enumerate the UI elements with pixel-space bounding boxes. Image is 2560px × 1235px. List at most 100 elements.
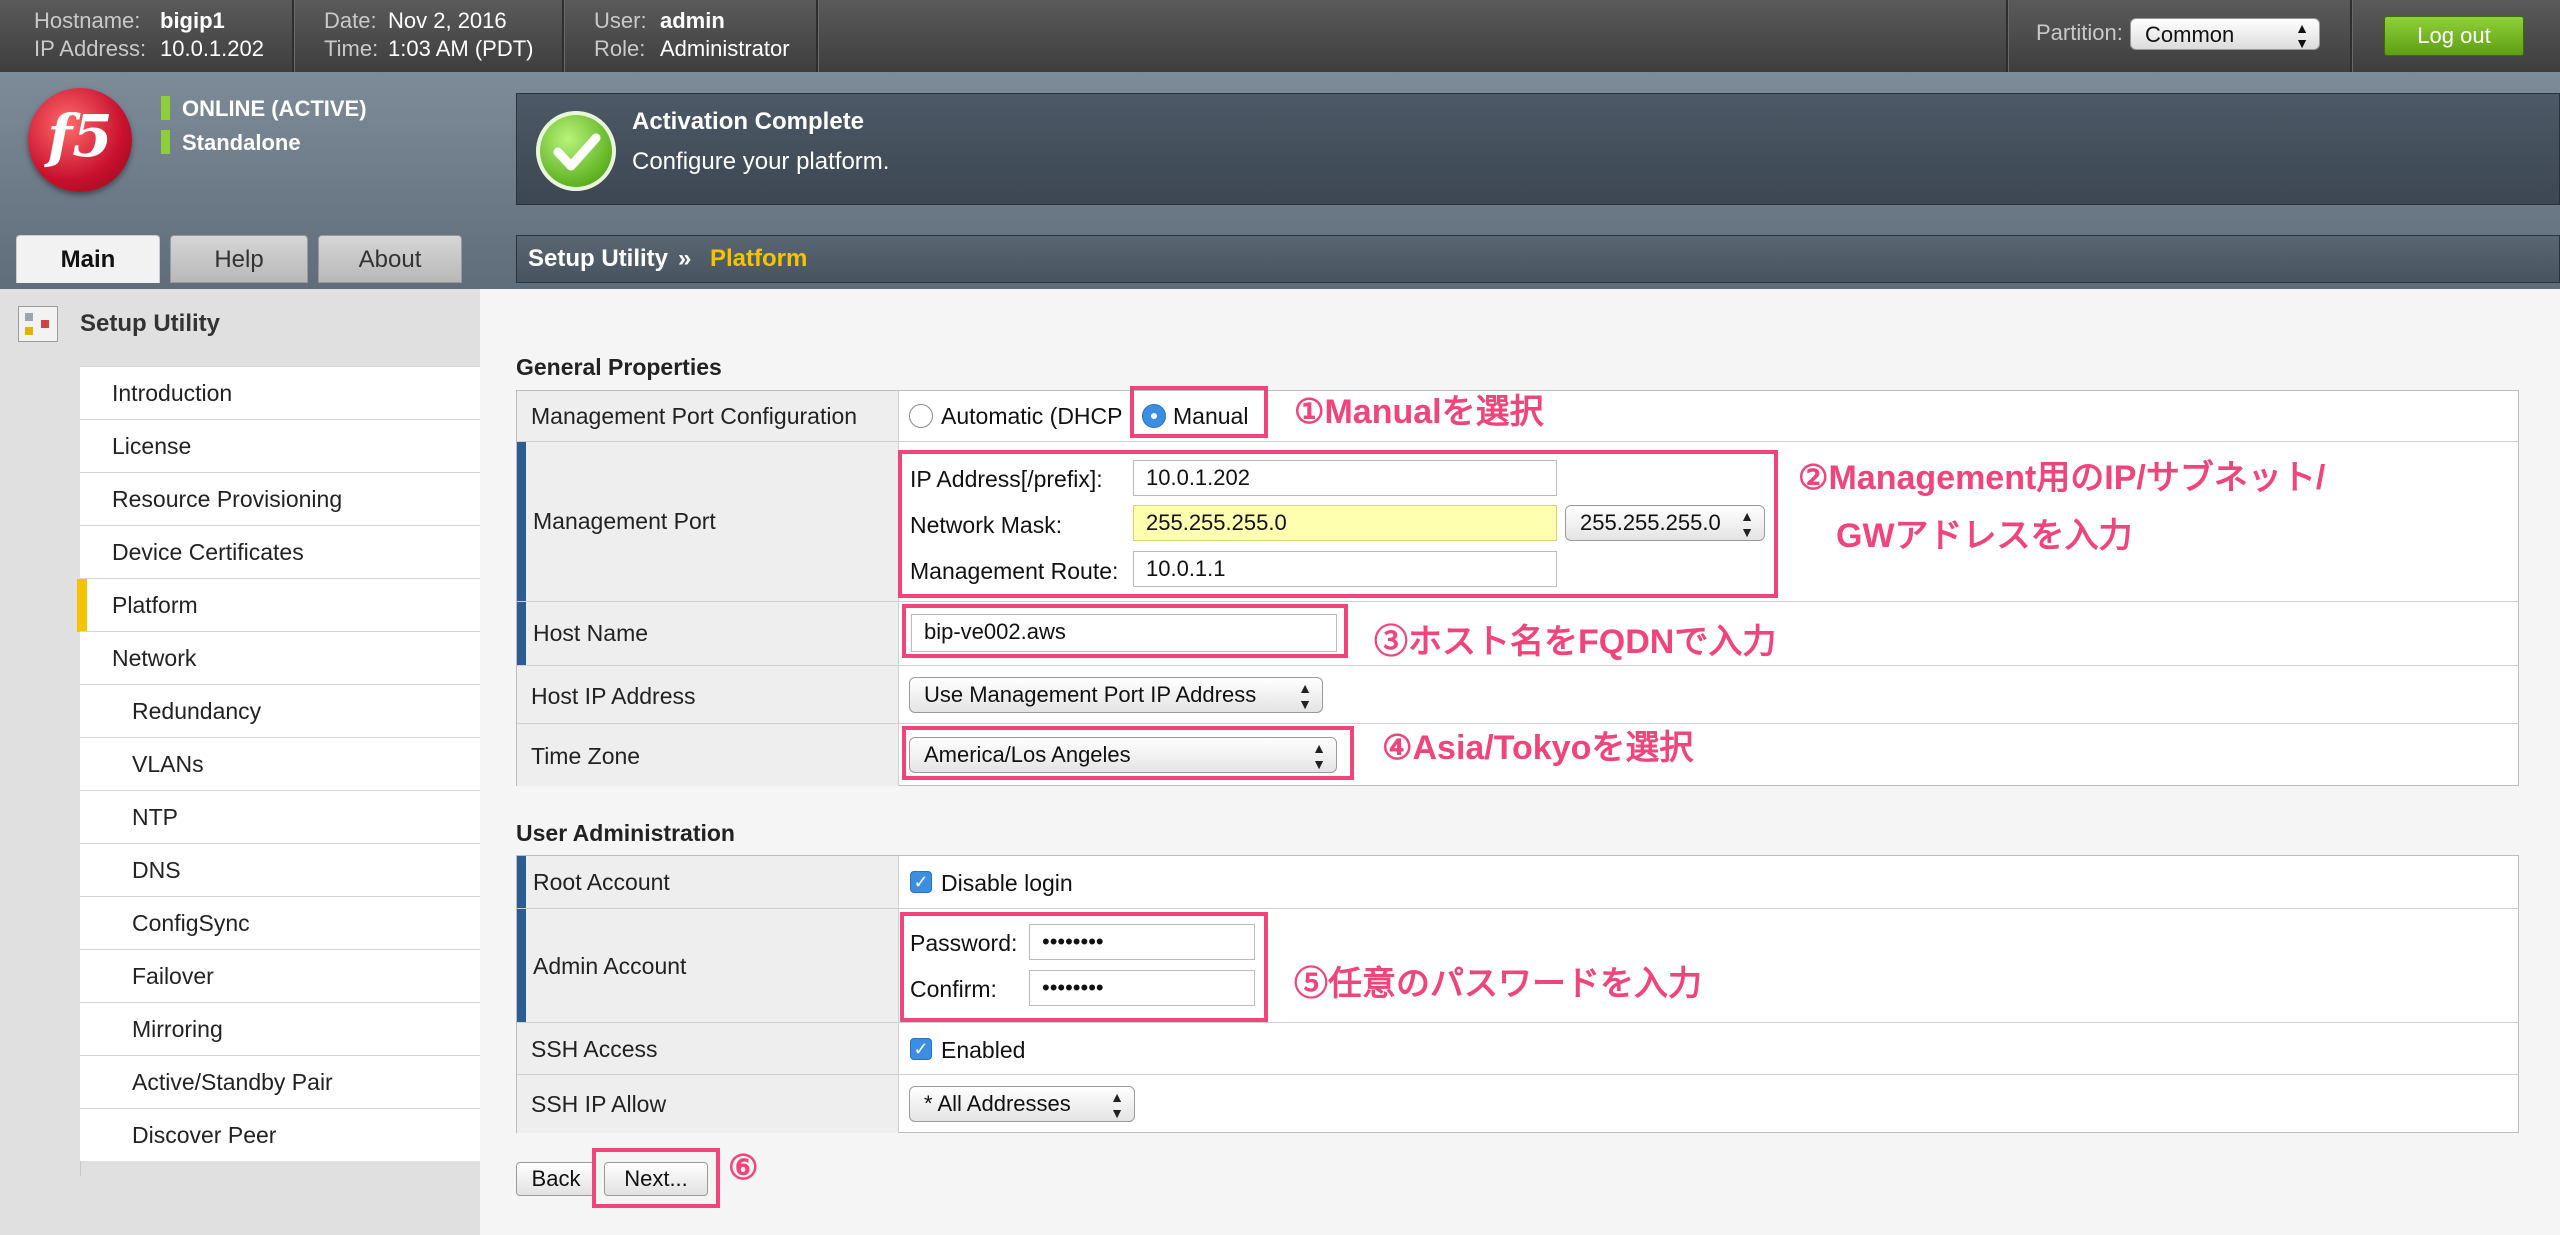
time-label: Time: — [324, 36, 379, 61]
annotation-2: ②Management用のIP/サブネット/ — [1798, 459, 2326, 497]
annotation-6: ⑥ — [728, 1149, 759, 1187]
sidebar-item-configsync[interactable]: ConfigSync — [80, 896, 480, 949]
sidebar-item-resource-provisioning[interactable]: Resource Provisioning — [80, 472, 480, 525]
ssh-enabled-label: Enabled — [941, 1037, 1026, 1063]
logout-button[interactable]: Log out — [2384, 16, 2524, 56]
time-value: 1:03 AM (PDT) — [388, 36, 534, 61]
mgmt-port-label: Management Port — [533, 508, 716, 534]
back-button[interactable]: Back — [516, 1162, 596, 1196]
breadcrumb-root[interactable]: Setup Utility — [528, 245, 668, 273]
status-indicator — [161, 130, 170, 154]
role-label: Role: — [594, 36, 646, 61]
sidebar-item-label: Introduction — [112, 380, 233, 406]
annotation-4: ④Asia/Tokyoを選択 — [1382, 729, 1694, 767]
sidebar-item-ntp[interactable]: NTP — [80, 790, 480, 843]
mgmt-port-config-label: Management Port Configuration — [531, 403, 858, 429]
annotation-2b: GWアドレスを入力 — [1836, 517, 2133, 555]
annotation-3: ③ホスト名をFQDNで入力 — [1374, 623, 1777, 661]
sidebar-item-label: Active/Standby Pair — [132, 1069, 333, 1095]
table-row: SSH Access ✓ Enabled — [517, 1022, 2518, 1075]
banner-title: Activation Complete — [632, 108, 865, 135]
status-indicator — [161, 96, 170, 120]
sidebar-item-label: DNS — [132, 857, 181, 883]
host-ip-select-value: Use Management Port IP Address — [924, 682, 1257, 707]
tab-main[interactable]: Main — [16, 235, 160, 283]
sidebar-item-active-standby-pair[interactable]: Active/Standby Pair — [80, 1055, 480, 1108]
sidebar-item-label: Failover — [132, 963, 214, 989]
breadcrumb-separator: » — [678, 245, 692, 272]
annotation-5: ⑤任意のパスワードを入力 — [1294, 965, 1702, 1003]
table-row: SSH IP Allow * All Addresses ▲ ▼ — [517, 1074, 2518, 1133]
root-account-label: Root Account — [533, 869, 670, 895]
user-value: admin — [660, 8, 725, 33]
f5-logo: f5 — [28, 88, 132, 192]
setup-utility-icon — [18, 306, 58, 342]
annotation-box — [900, 912, 1268, 1022]
online-status: ONLINE (ACTIVE) — [182, 96, 367, 121]
partition-label: Partition: — [2036, 20, 2123, 45]
sidebar-item-label: Mirroring — [132, 1016, 223, 1042]
device-mode: Standalone — [182, 130, 301, 155]
disable-login-checkbox[interactable]: ✓ — [910, 871, 932, 893]
date-label: Date: — [324, 8, 377, 33]
sidebar-item-label: Redundancy — [132, 698, 262, 724]
sidebar-item-label: Resource Provisioning — [112, 486, 343, 512]
tab-help[interactable]: Help — [170, 235, 308, 283]
select-arrows-icon: ▲ ▼ — [1298, 680, 1312, 712]
select-arrows-icon: ▲ ▼ — [2295, 20, 2309, 51]
sidebar-item-introduction[interactable]: Introduction — [80, 366, 480, 419]
general-properties-title: General Properties — [516, 354, 722, 380]
top-bar: Hostname: bigip1 IP Address: 10.0.1.202 … — [0, 0, 2560, 72]
sidebar-item-vlans[interactable]: VLANs — [80, 737, 480, 790]
ip-value: 10.0.1.202 — [160, 36, 264, 61]
annotation-box — [898, 450, 1778, 598]
sidebar-item-platform[interactable]: Platform — [77, 578, 480, 632]
sidebar-item-discover-peer[interactable]: Discover Peer — [80, 1108, 480, 1161]
admin-account-label: Admin Account — [533, 953, 687, 979]
tab-about[interactable]: About — [318, 235, 462, 283]
sidebar-item-label: VLANs — [132, 751, 204, 777]
sidebar-item-device-certificates[interactable]: Device Certificates — [80, 525, 480, 578]
table-row: Root Account ✓ Disable login — [517, 856, 2518, 908]
sidebar-item-mirroring[interactable]: Mirroring — [80, 1002, 480, 1055]
sidebar-item-license[interactable]: License — [80, 419, 480, 472]
partition-value: Common — [2145, 22, 2235, 47]
hostname-label: Hostname: — [34, 8, 141, 33]
sidebar-item-label: Platform — [112, 592, 198, 618]
sidebar-item-dns[interactable]: DNS — [80, 843, 480, 896]
breadcrumb — [516, 235, 2560, 283]
select-arrows-icon: ▲ ▼ — [1110, 1089, 1124, 1121]
radio-automatic-label: Automatic (DHCP — [941, 403, 1123, 429]
logo-text: f5 — [47, 102, 113, 170]
annotation-box — [902, 726, 1354, 780]
sidebar-nav: Introduction License Resource Provisioni… — [77, 366, 480, 1161]
ssh-access-label: SSH Access — [531, 1036, 658, 1062]
divider — [292, 0, 295, 72]
date-value: Nov 2, 2016 — [388, 8, 507, 33]
banner-subtitle: Configure your platform. — [632, 148, 890, 175]
radio-automatic[interactable] — [909, 404, 933, 428]
ssh-enabled-checkbox[interactable]: ✓ — [910, 1038, 932, 1060]
ssh-ip-allow-select[interactable]: * All Addresses ▲ ▼ — [909, 1086, 1135, 1122]
user-label: User: — [594, 8, 647, 33]
role-value: Administrator — [660, 36, 790, 61]
divider — [2006, 0, 2009, 72]
ssh-ip-allow-label: SSH IP Allow — [531, 1091, 667, 1117]
host-ip-select[interactable]: Use Management Port IP Address ▲ ▼ — [909, 677, 1323, 713]
hostname-value: bigip1 — [160, 8, 225, 33]
sidebar-item-failover[interactable]: Failover — [80, 949, 480, 1002]
sidebar-item-redundancy[interactable]: Redundancy — [80, 684, 480, 737]
sidebar-item-network[interactable]: Network — [80, 631, 480, 684]
host-ip-label: Host IP Address — [531, 683, 696, 709]
ip-label: IP Address: — [34, 36, 147, 61]
breadcrumb-current: Platform — [710, 245, 808, 272]
annotation-box — [592, 1148, 720, 1208]
annotation-box — [1130, 386, 1268, 438]
partition-select[interactable]: Common ▲ ▼ — [2130, 18, 2320, 51]
checkmark-icon — [536, 111, 616, 191]
time-zone-label: Time Zone — [531, 743, 641, 769]
sidebar-item-label: Device Certificates — [112, 539, 304, 565]
divider — [2350, 0, 2353, 72]
annotation-box — [902, 604, 1348, 658]
sidebar-item-label: ConfigSync — [132, 910, 250, 936]
